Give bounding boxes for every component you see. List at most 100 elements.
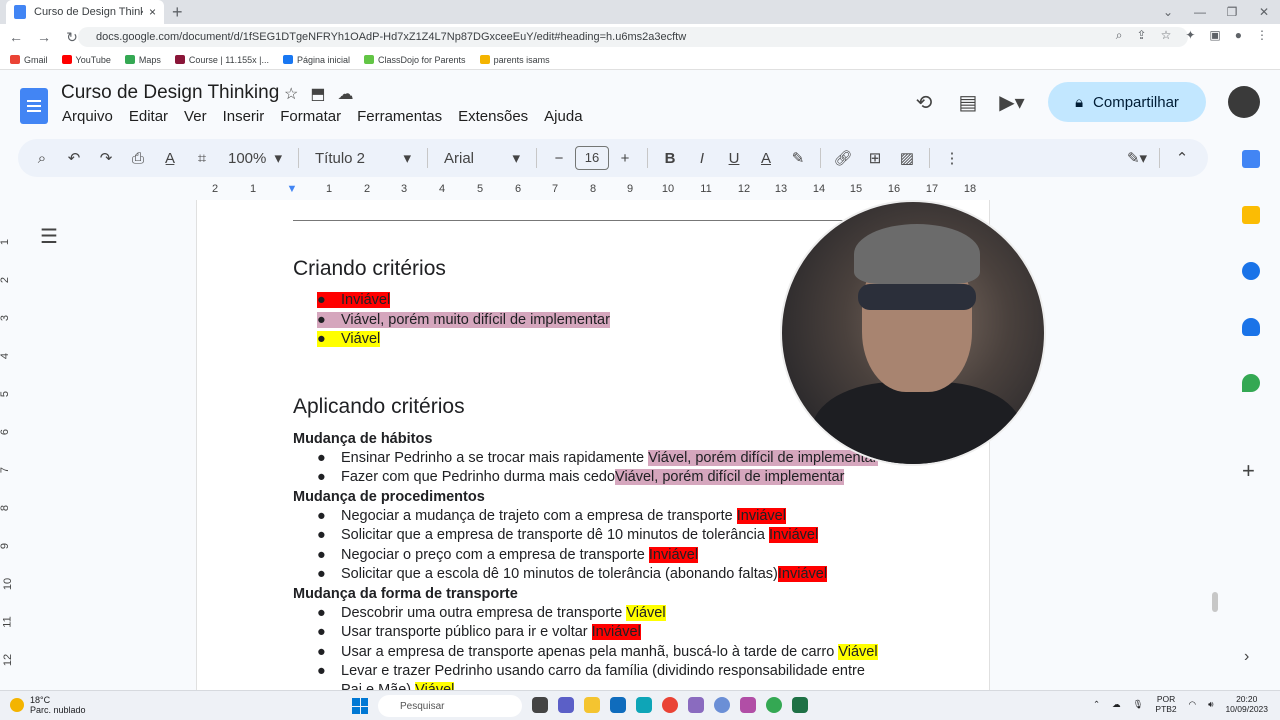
teams-icon[interactable] bbox=[558, 697, 574, 713]
sidebar-icon[interactable]: ▣ bbox=[1209, 28, 1220, 43]
edge-icon[interactable] bbox=[610, 697, 626, 713]
decrease-font-icon[interactable]: − bbox=[543, 150, 575, 167]
explorer-icon[interactable] bbox=[584, 697, 600, 713]
font-size-field[interactable]: 16 bbox=[575, 146, 609, 170]
document-outline-icon[interactable]: ☰ bbox=[40, 224, 58, 249]
taskbar-search[interactable]: Pesquisar bbox=[378, 695, 522, 717]
bookmark-item[interactable]: YouTube bbox=[61, 55, 111, 65]
text-color-icon[interactable]: A bbox=[750, 150, 782, 167]
star-icon[interactable]: ☆ bbox=[284, 84, 298, 104]
restore-icon[interactable]: ❐ bbox=[1216, 0, 1248, 24]
tab-close-icon[interactable]: × bbox=[149, 5, 156, 19]
weather-widget[interactable]: 18°C Parc. nublado bbox=[10, 695, 86, 715]
snipping-icon[interactable] bbox=[740, 697, 756, 713]
bookmark-item[interactable]: Maps bbox=[124, 55, 161, 65]
close-window-icon[interactable]: ✕ bbox=[1248, 0, 1280, 24]
tasks-icon[interactable] bbox=[1242, 262, 1260, 280]
back-icon[interactable]: ← bbox=[4, 29, 28, 45]
zoom-icon[interactable]: ⌕ bbox=[1116, 28, 1123, 43]
taskview-icon[interactable] bbox=[532, 697, 548, 713]
app-r-icon[interactable] bbox=[714, 697, 730, 713]
clock[interactable]: 20:20 10/09/2023 bbox=[1225, 694, 1268, 714]
share-button[interactable]: 🔒︎ Compartilhar bbox=[1048, 82, 1206, 122]
style-select[interactable]: Título 2 ▾ bbox=[305, 149, 421, 168]
bookmark-item[interactable]: ClassDojo for Parents bbox=[364, 55, 466, 65]
section-title: Mudança de hábitos bbox=[293, 431, 433, 447]
highlight-icon[interactable]: ✎ bbox=[782, 149, 814, 167]
font-select[interactable]: Arial ▾ bbox=[434, 149, 530, 168]
menu-ver[interactable]: Ver bbox=[176, 108, 215, 125]
docs-logo-icon[interactable] bbox=[20, 88, 48, 124]
menu-ferramentas[interactable]: Ferramentas bbox=[349, 108, 450, 125]
paint-format-icon[interactable]: ⌗ bbox=[186, 150, 218, 167]
comments-icon[interactable]: ▤ bbox=[946, 90, 990, 115]
cloud-status-icon[interactable]: ☁ bbox=[337, 84, 353, 104]
chevron-up-icon[interactable]: ⌃ bbox=[1093, 699, 1100, 710]
taskbar: 18°C Parc. nublado Pesquisar ⌃ ☁ 🎙︎ POR … bbox=[0, 690, 1280, 720]
chevron-right-icon[interactable]: › bbox=[1244, 648, 1249, 666]
undo-icon[interactable]: ↶ bbox=[58, 149, 90, 167]
menu-icon[interactable]: ⋮ bbox=[1256, 28, 1268, 43]
calendar-icon[interactable] bbox=[1242, 150, 1260, 168]
contacts-icon[interactable] bbox=[1242, 318, 1260, 336]
mic-icon[interactable]: 🎙︎ bbox=[1133, 699, 1144, 710]
redo-icon[interactable]: ↷ bbox=[90, 149, 122, 167]
zoom-select[interactable]: 100% ▾ bbox=[218, 149, 292, 168]
excel-icon[interactable] bbox=[792, 697, 808, 713]
print-icon[interactable]: ⎙ bbox=[122, 150, 154, 167]
share-page-icon[interactable]: ⇪ bbox=[1137, 28, 1147, 43]
editing-mode-icon[interactable]: ✎▾ bbox=[1121, 149, 1153, 167]
arduino-icon[interactable] bbox=[636, 697, 652, 713]
chrome-profile-icon[interactable] bbox=[766, 697, 782, 713]
forward-icon[interactable]: → bbox=[32, 29, 56, 45]
bookmark-item[interactable]: Gmail bbox=[10, 55, 48, 65]
settings-icon[interactable] bbox=[688, 697, 704, 713]
cloud-icon[interactable]: ☁ bbox=[1112, 699, 1121, 710]
add-comment-icon[interactable]: ⊞ bbox=[859, 149, 891, 167]
search-placeholder: Pesquisar bbox=[400, 700, 445, 712]
search-menus-icon[interactable]: ⌕ bbox=[26, 150, 58, 167]
underline-icon[interactable]: U bbox=[718, 150, 750, 167]
chrome-icon[interactable] bbox=[662, 697, 678, 713]
scrollbar-thumb[interactable] bbox=[1212, 592, 1218, 612]
keep-icon[interactable] bbox=[1242, 206, 1260, 224]
increase-font-icon[interactable]: + bbox=[609, 150, 641, 167]
bookmark-item[interactable]: Course | 11.155x |... bbox=[174, 55, 269, 65]
italic-icon[interactable]: I bbox=[686, 150, 718, 167]
menu-ajuda[interactable]: Ajuda bbox=[536, 108, 590, 125]
minimize-icon[interactable]: — bbox=[1184, 0, 1216, 24]
meet-icon[interactable]: ▶▾ bbox=[990, 90, 1034, 115]
volume-icon[interactable]: 🔊︎ bbox=[1208, 699, 1213, 710]
windows-start-icon[interactable] bbox=[352, 698, 368, 714]
menu-inserir[interactable]: Inserir bbox=[215, 108, 273, 125]
menu-formatar[interactable]: Formatar bbox=[272, 108, 349, 125]
spellcheck-icon[interactable]: A̲ bbox=[154, 150, 186, 167]
bookmark-item[interactable]: Página inicial bbox=[282, 55, 350, 65]
history-icon[interactable]: ⟲ bbox=[902, 90, 946, 115]
insert-image-icon[interactable]: ▨ bbox=[891, 149, 923, 167]
menu-arquivo[interactable]: Arquivo bbox=[54, 108, 121, 125]
bookmark-item[interactable]: parents isams bbox=[479, 55, 550, 65]
add-addon-icon[interactable]: + bbox=[1242, 458, 1255, 484]
new-tab-button[interactable]: + bbox=[172, 2, 183, 23]
document-title[interactable]: Curso de Design Thinking bbox=[61, 82, 279, 104]
left-indent-marker-icon[interactable]: ▼ bbox=[287, 183, 298, 195]
more-icon[interactable]: ⋮ bbox=[936, 149, 968, 167]
bold-icon[interactable]: B bbox=[654, 150, 686, 167]
menu-extensoes[interactable]: Extensões bbox=[450, 108, 536, 125]
browser-tab[interactable]: Curso de Design Thinking - Doc × bbox=[6, 0, 164, 24]
collapse-icon[interactable]: ⌃ bbox=[1166, 149, 1198, 167]
move-folder-icon[interactable]: ⬒ bbox=[310, 84, 325, 104]
extensions-icon[interactable]: ✦ bbox=[1185, 28, 1195, 43]
profile-icon[interactable]: ● bbox=[1235, 28, 1242, 43]
maps-icon[interactable] bbox=[1242, 374, 1260, 392]
chevron-down-icon[interactable]: ⌄ bbox=[1152, 0, 1184, 24]
url-field[interactable]: docs.google.com/document/d/1fSEG1DTgeNFR… bbox=[78, 27, 1188, 47]
language-indicator[interactable]: POR PTB2 bbox=[1155, 694, 1176, 714]
menu-editar[interactable]: Editar bbox=[121, 108, 176, 125]
avatar[interactable] bbox=[1228, 86, 1260, 118]
divider bbox=[536, 148, 537, 168]
bookmark-star-icon[interactable]: ☆ bbox=[1161, 28, 1172, 43]
link-icon[interactable]: 🔗︎ bbox=[827, 149, 859, 167]
wifi-icon[interactable]: ◠ bbox=[1189, 699, 1196, 710]
